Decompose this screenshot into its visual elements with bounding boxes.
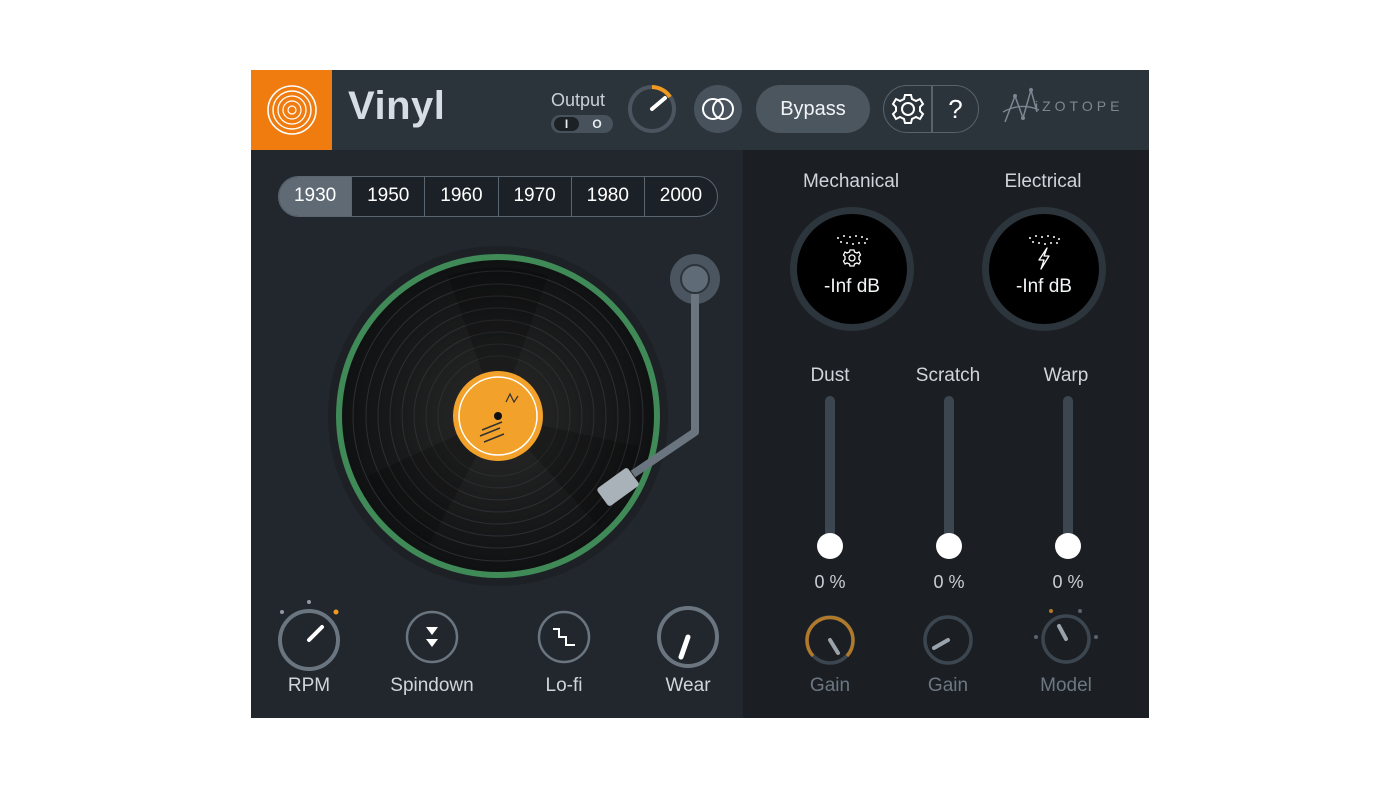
era-option[interactable]: 1980 [570,177,644,216]
dust-label: Dust [810,365,850,386]
lofi-button[interactable] [536,609,592,665]
mechanical-level: -Inf dB [824,276,880,297]
output-toggle-off[interactable]: O [584,117,610,131]
output-toggle-on[interactable]: I [554,117,579,131]
rpm-label: RPM [287,675,331,696]
header-bar: Vinyl Output I O Bypass ? iZOTOPE [251,70,1149,150]
mechanical-meter[interactable] [789,206,915,332]
electrical-gain-label: Gain [927,675,969,696]
output-gain-knob[interactable] [627,84,677,134]
help-button[interactable]: ? [933,86,978,132]
spindown-button[interactable] [404,609,460,665]
settings-help-group: ? [883,85,979,133]
tonearm[interactable] [591,254,731,524]
electrical-level: -Inf dB [1016,276,1072,297]
electrical-label: Electrical [1004,171,1082,192]
stereo-width-button[interactable] [694,85,742,133]
output-label: Output [551,90,606,110]
era-option[interactable]: 1950 [351,177,424,216]
scratch-label: Scratch [915,365,981,386]
spindown-label: Spindown [390,675,474,696]
rpm-knob[interactable] [275,600,345,680]
mechanical-gain-label: Gain [809,675,851,696]
wear-label: Wear [665,675,711,696]
era-option[interactable]: 1930 [279,177,352,216]
mechanical-gain-knob[interactable] [802,612,858,668]
mechanical-label: Mechanical [802,171,900,192]
era-option[interactable]: 2000 [643,177,717,216]
electrical-gain-knob[interactable] [920,612,976,668]
stereo-circles-icon [702,98,734,120]
vinyl-plugin-window: Vinyl Output I O Bypass ? iZOTOPE 1930 1… [251,70,1149,718]
warp-slider[interactable] [1053,394,1083,564]
brand-name: iZOTOPE [1035,98,1124,114]
vinyl-logo-icon [267,85,317,135]
gear-icon[interactable] [885,86,931,132]
scratch-value: 0 % [933,572,965,592]
model-knob[interactable] [1032,606,1102,672]
plugin-title: Vinyl [348,84,446,128]
output-toggle[interactable]: I O [551,115,613,133]
lofi-label: Lo-fi [545,675,583,696]
warp-value: 0 % [1052,572,1084,592]
electrical-meter[interactable] [981,206,1107,332]
era-option[interactable]: 1960 [424,177,497,216]
vinyl-logo [251,70,332,150]
scratch-slider[interactable] [934,394,964,564]
era-option[interactable]: 1970 [497,177,571,216]
warp-label: Warp [1043,365,1089,386]
model-label: Model [1040,675,1092,696]
wear-knob[interactable] [655,604,721,670]
bypass-button[interactable]: Bypass [756,85,870,133]
dust-slider[interactable] [815,394,845,564]
dust-value: 0 % [814,572,846,592]
era-selector[interactable]: 1930 1950 1960 1970 1980 2000 [278,176,718,217]
